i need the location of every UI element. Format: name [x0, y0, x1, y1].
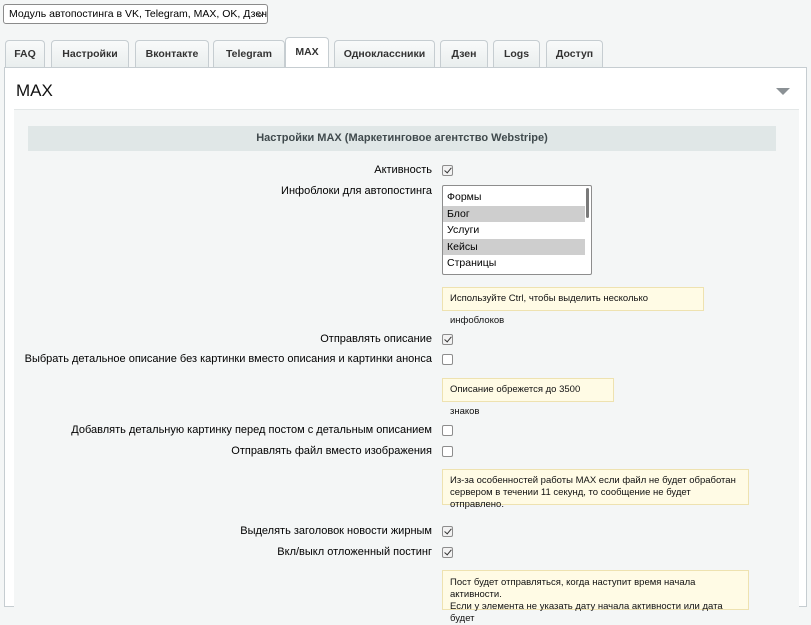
iblocks-label: Инфоблоки для автопостинга [281, 185, 432, 197]
settings-form: Настройки MAX (Маркетинговое агентство W… [14, 109, 799, 624]
delayed-posting-label: Вкл/выкл отложенный постинг [277, 546, 432, 558]
tab-faq[interactable]: FAQ [5, 40, 45, 67]
send-description-label: Отправлять описание [320, 333, 432, 345]
send-file-hint-line1: Из-за особенностей работы MAX если файл … [450, 475, 736, 486]
iblocks-listbox[interactable]: Формы Блог Услуги Кейсы Страницы [442, 185, 592, 275]
settings-panel: MAX Настройки MAX (Маркетинговое агентст… [4, 67, 807, 624]
tab-vkontakte[interactable]: Вконтакте [135, 40, 209, 67]
tab-max[interactable]: MAX [285, 37, 329, 67]
tab-settings[interactable]: Настройки [51, 40, 129, 67]
send-description-checkbox[interactable] [442, 334, 453, 345]
delayed-posting-hint-line1: Пост будет отправляться, когда наступит … [450, 577, 696, 600]
detail-description-label: Выбрать детальное описание без картинки … [24, 353, 432, 365]
section-title: Настройки MAX (Маркетинговое агентство W… [28, 126, 776, 151]
list-option-blog[interactable]: Блог [443, 205, 585, 222]
bold-title-label: Выделять заголовок новости жирным [240, 525, 432, 537]
list-option-forms[interactable]: Формы [443, 189, 585, 206]
panel-title: MAX [16, 81, 53, 100]
delayed-posting-hint: Пост будет отправляться, когда наступит … [442, 570, 749, 624]
description-length-hint: Описание обрежется до 3500 знаков [442, 378, 614, 417]
tab-logs[interactable]: Logs [493, 40, 540, 67]
send-file-hint: Из-за особенностей работы MAX если файл … [442, 469, 749, 510]
bold-title-checkbox[interactable] [442, 526, 453, 537]
module-select[interactable]: Модуль автопостинга в VK, Telegram, MAX,… [3, 4, 268, 24]
active-checkbox[interactable] [442, 165, 453, 176]
detail-picture-checkbox[interactable] [442, 425, 453, 436]
send-file-checkbox[interactable] [442, 446, 453, 457]
active-label: Активность [374, 164, 432, 176]
collapse-icon[interactable] [776, 88, 790, 95]
send-file-hint-line2: сервером в течении 11 секунд, то сообщен… [450, 487, 691, 510]
tab-telegram[interactable]: Telegram [213, 40, 285, 67]
delayed-posting-checkbox[interactable] [442, 547, 453, 558]
tab-access[interactable]: Доступ [546, 40, 603, 67]
list-option-cases[interactable]: Кейсы [443, 238, 585, 255]
send-file-label: Отправлять файл вместо изображения [231, 445, 432, 457]
list-option-pages[interactable]: Страницы [443, 255, 585, 272]
iblocks-hint: Используйте Ctrl, чтобы выделить несколь… [442, 287, 704, 326]
tab-dzen[interactable]: Дзен [440, 40, 488, 67]
list-option-services[interactable]: Услуги [443, 222, 585, 239]
module-select-value: Модуль автопостинга в VK, Telegram, MAX,… [9, 8, 268, 20]
detail-description-checkbox[interactable] [442, 354, 453, 365]
tab-odnoklassniki[interactable]: Одноклассники [334, 40, 435, 67]
delayed-posting-hint-line2: Если у элемента не указать дату начала а… [450, 601, 723, 624]
detail-picture-label: Добавлять детальную картинку перед посто… [71, 424, 432, 436]
listbox-scrollbar[interactable] [586, 188, 589, 218]
